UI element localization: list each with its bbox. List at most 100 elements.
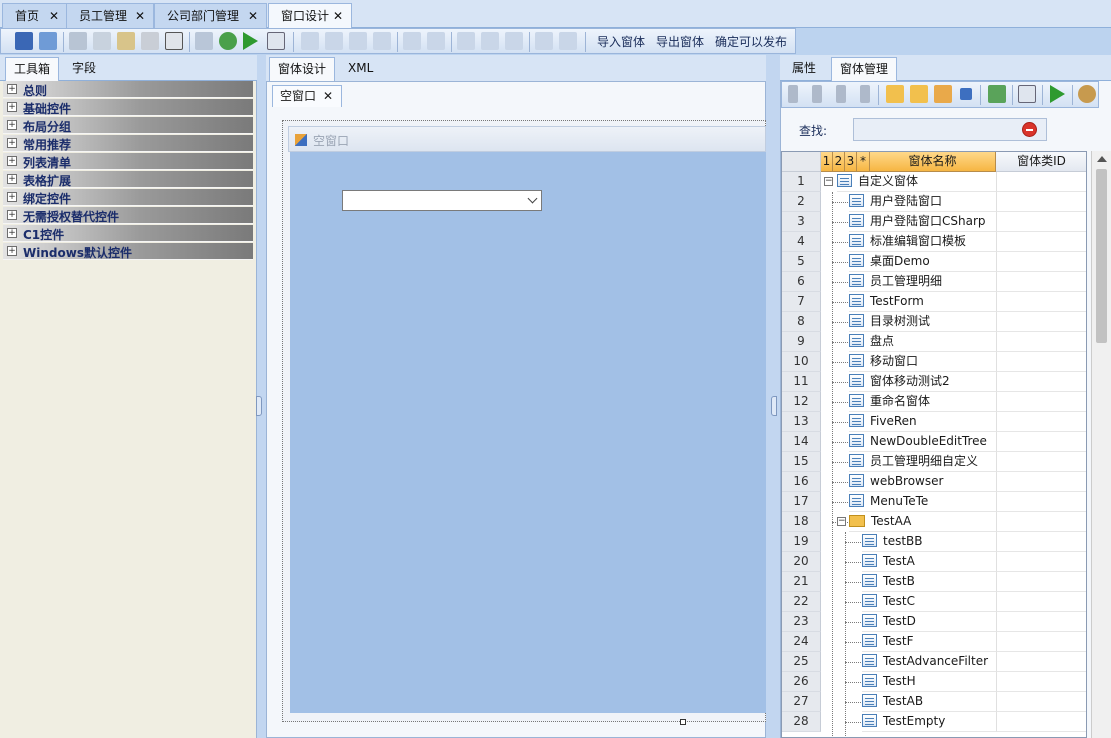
- toolbox-category[interactable]: + 绑定控件: [3, 189, 253, 206]
- close-icon[interactable]: ✕: [49, 4, 59, 28]
- table-row[interactable]: 23 TestD: [782, 612, 1086, 632]
- save-all-icon[interactable]: [39, 32, 57, 50]
- expand-icon[interactable]: +: [7, 210, 17, 220]
- toolbox-category[interactable]: + 基础控件: [3, 99, 253, 116]
- close-icon[interactable]: ✕: [135, 4, 145, 28]
- move-up-icon[interactable]: [836, 85, 846, 103]
- center-form-icon[interactable]: [505, 32, 523, 50]
- toolbox-category[interactable]: + Windows默认控件: [3, 243, 253, 260]
- level-all-button[interactable]: *: [857, 152, 870, 172]
- expand-icon[interactable]: +: [7, 246, 17, 256]
- expand-icon[interactable]: +: [7, 102, 17, 112]
- run-icon[interactable]: [1050, 85, 1065, 103]
- table-row[interactable]: 13 FiveRen: [782, 412, 1086, 432]
- move-left-icon[interactable]: [788, 85, 798, 103]
- collapse-right-handle[interactable]: [771, 396, 777, 416]
- toolbox-category[interactable]: + 布局分组: [3, 117, 253, 134]
- save-icon[interactable]: [15, 32, 33, 50]
- toolbox-category[interactable]: + 常用推荐: [3, 135, 253, 152]
- clear-search-icon[interactable]: [1022, 122, 1037, 137]
- table-row[interactable]: 25 TestAdvanceFilter: [782, 652, 1086, 672]
- table-row[interactable]: 14 NewDoubleEditTree: [782, 432, 1086, 452]
- expand-icon[interactable]: +: [7, 228, 17, 238]
- table-row[interactable]: 16 webBrowser: [782, 472, 1086, 492]
- tab-employee-management[interactable]: 员工管理 ✕: [66, 3, 154, 28]
- save-icon[interactable]: [960, 88, 972, 100]
- toolbox-category[interactable]: + 总则: [3, 81, 253, 98]
- table-row[interactable]: 9 盘点: [782, 332, 1086, 352]
- copy-icon[interactable]: [93, 32, 111, 50]
- align-left-icon[interactable]: [301, 32, 319, 50]
- scroll-up-icon[interactable]: [1097, 156, 1107, 162]
- expand-icon[interactable]: +: [7, 156, 17, 166]
- level-2-button[interactable]: 2: [833, 152, 845, 172]
- table-row[interactable]: 5 桌面Demo: [782, 252, 1086, 272]
- toolbox-category[interactable]: + 列表清单: [3, 153, 253, 170]
- delete-folder-icon[interactable]: [934, 85, 952, 103]
- publish-button[interactable]: 确定可以发布: [715, 33, 787, 50]
- toolbox-category[interactable]: + 表格扩展: [3, 171, 253, 188]
- paste-icon[interactable]: [117, 32, 135, 50]
- table-row[interactable]: 22 TestC: [782, 592, 1086, 612]
- table-row[interactable]: 6 员工管理明细: [782, 272, 1086, 292]
- table-row[interactable]: 26 TestH: [782, 672, 1086, 692]
- tab-form-design[interactable]: 窗体设计: [269, 57, 336, 81]
- table-row[interactable]: 24 TestF: [782, 632, 1086, 652]
- tab-properties[interactable]: 属性: [784, 57, 824, 81]
- expand-icon[interactable]: +: [7, 84, 17, 94]
- table-row[interactable]: 20 TestA: [782, 552, 1086, 572]
- table-row[interactable]: 2 用户登陆窗口: [782, 192, 1086, 212]
- align-bottom-icon[interactable]: [373, 32, 391, 50]
- collapse-icon[interactable]: −: [837, 517, 846, 526]
- tab-toolbox[interactable]: 工具箱: [5, 57, 60, 81]
- send-back-icon[interactable]: [559, 32, 577, 50]
- align-top-icon[interactable]: [349, 32, 367, 50]
- expand-icon[interactable]: +: [7, 138, 17, 148]
- table-row[interactable]: 11 窗体移动测试2: [782, 372, 1086, 392]
- table-row[interactable]: 15 员工管理明细自定义: [782, 452, 1086, 472]
- resize-handle[interactable]: [680, 719, 686, 725]
- table-row[interactable]: 4 标准编辑窗口模板: [782, 232, 1086, 252]
- tab-department-management[interactable]: 公司部门管理 ✕: [154, 3, 267, 28]
- close-icon[interactable]: ✕: [333, 4, 343, 28]
- level-3-button[interactable]: 3: [845, 152, 857, 172]
- properties-icon[interactable]: [165, 32, 183, 50]
- toolbox-category[interactable]: + 无需授权替代控件: [3, 207, 253, 224]
- export-form-button[interactable]: 导出窗体: [656, 33, 704, 50]
- tab-home[interactable]: 首页 ✕: [2, 3, 68, 28]
- move-right-icon[interactable]: [812, 85, 822, 103]
- tab-xml[interactable]: XML: [340, 57, 381, 81]
- close-icon[interactable]: ✕: [323, 86, 333, 106]
- tab-form-management[interactable]: 窗体管理: [831, 57, 898, 81]
- collapse-left-handle[interactable]: [256, 396, 262, 416]
- expand-icon[interactable]: +: [7, 120, 17, 130]
- expand-icon[interactable]: +: [7, 192, 17, 202]
- same-height-icon[interactable]: [427, 32, 445, 50]
- table-row[interactable]: 17 MenuTeTe: [782, 492, 1086, 512]
- new-folder-icon[interactable]: [886, 85, 904, 103]
- table-row[interactable]: 3 用户登陆窗口CSharp: [782, 212, 1086, 232]
- scrollbar-thumb[interactable]: [1096, 169, 1107, 343]
- table-row[interactable]: 27 TestAB: [782, 692, 1086, 712]
- table-row[interactable]: 28 TestEmpty: [782, 712, 1086, 732]
- delete-icon[interactable]: [141, 32, 159, 50]
- cut-icon[interactable]: [69, 32, 87, 50]
- space-horizontal-icon[interactable]: [457, 32, 475, 50]
- combobox-control[interactable]: [342, 190, 542, 211]
- table-row[interactable]: 1− 自定义窗体: [782, 172, 1086, 192]
- edit-form-icon[interactable]: [1018, 85, 1036, 103]
- table-row[interactable]: 19 testBB: [782, 532, 1086, 552]
- same-width-icon[interactable]: [403, 32, 421, 50]
- tab-empty-window[interactable]: 空窗口 ✕: [272, 85, 342, 107]
- run-icon[interactable]: [243, 32, 258, 50]
- search-input[interactable]: [853, 118, 1047, 141]
- column-form-class-id[interactable]: 窗体类ID: [996, 152, 1086, 172]
- table-row[interactable]: 12 重命名窗体: [782, 392, 1086, 412]
- table-row[interactable]: 18 − TestAA: [782, 512, 1086, 532]
- tab-fields[interactable]: 字段: [64, 57, 104, 81]
- undo-icon[interactable]: [195, 32, 213, 50]
- table-row[interactable]: 21 TestB: [782, 572, 1086, 592]
- space-vertical-icon[interactable]: [481, 32, 499, 50]
- column-form-name[interactable]: 窗体名称: [870, 152, 996, 172]
- collapse-icon[interactable]: −: [824, 177, 833, 186]
